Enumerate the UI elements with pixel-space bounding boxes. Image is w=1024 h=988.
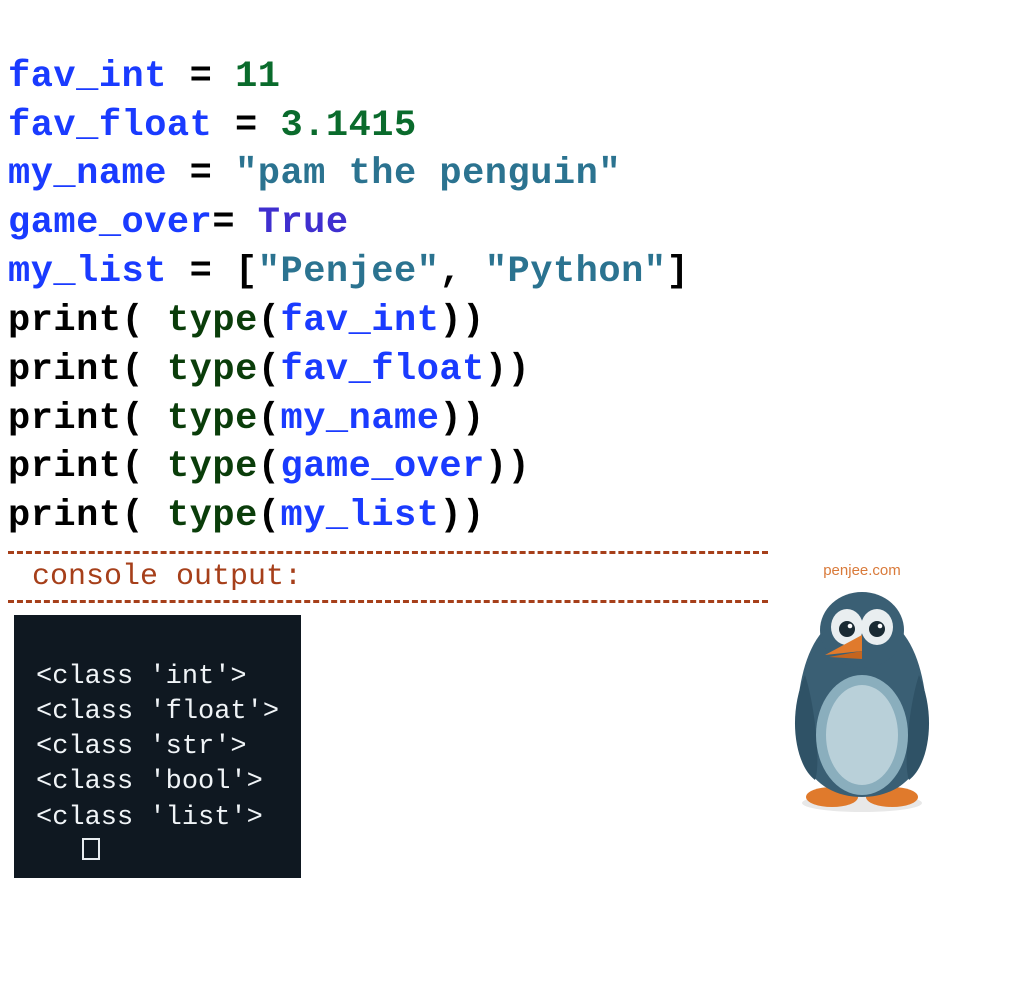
code-bracket: ]: [666, 251, 689, 293]
code-paren: (: [122, 398, 167, 440]
console-line: <class 'float'>: [36, 697, 279, 727]
code-func: print: [8, 349, 122, 391]
code-comma: ,: [439, 251, 484, 293]
code-paren: (: [258, 398, 281, 440]
code-paren: )): [439, 398, 484, 440]
code-op: =: [212, 202, 257, 244]
code-func: type: [167, 398, 258, 440]
code-paren: )): [485, 446, 530, 488]
code-var: fav_int: [8, 56, 167, 98]
code-op: =: [167, 56, 235, 98]
code-paren: (: [122, 349, 167, 391]
code-func: type: [167, 446, 258, 488]
code-var: fav_float: [8, 105, 212, 147]
code-func: print: [8, 398, 122, 440]
code-bool: True: [258, 202, 349, 244]
code-var: fav_int: [281, 300, 440, 342]
console-output-box: <class 'int'> <class 'float'> <class 'st…: [14, 615, 301, 878]
penguin-icon: [777, 585, 947, 815]
code-op: =: [167, 251, 235, 293]
code-func: print: [8, 300, 122, 342]
code-paren: (: [122, 446, 167, 488]
console-line: <class 'str'>: [36, 732, 247, 762]
code-paren: )): [439, 300, 484, 342]
console-line: <class 'bool'>: [36, 767, 263, 797]
code-var: game_over: [8, 202, 212, 244]
code-func: type: [167, 495, 258, 537]
code-paren: (: [122, 495, 167, 537]
code-func: print: [8, 446, 122, 488]
code-paren: )): [485, 349, 530, 391]
code-paren: (: [258, 349, 281, 391]
console-line: <class 'int'>: [36, 662, 247, 692]
code-paren: (: [258, 300, 281, 342]
code-bracket: [: [235, 251, 258, 293]
code-number: 3.1415: [280, 105, 416, 147]
code-var: my_list: [8, 251, 167, 293]
penjee-site-label: penjee.com: [762, 562, 962, 579]
code-string: "pam the penguin": [235, 153, 621, 195]
code-func: print: [8, 495, 122, 537]
code-op: =: [212, 105, 280, 147]
code-paren: )): [439, 495, 484, 537]
penjee-mascot: penjee.com: [762, 562, 962, 820]
code-var: my_name: [281, 398, 440, 440]
divider-line: [8, 600, 768, 603]
console-line: <class 'list'>: [36, 803, 263, 833]
code-string: "Penjee": [258, 251, 440, 293]
code-string: "Python": [485, 251, 667, 293]
code-var: fav_float: [281, 349, 485, 391]
code-paren: (: [258, 446, 281, 488]
code-var: my_list: [281, 495, 440, 537]
cursor-icon: [82, 838, 100, 860]
code-number: 11: [235, 56, 280, 98]
divider-line: [8, 551, 768, 554]
code-op: =: [167, 153, 235, 195]
code-func: type: [167, 349, 258, 391]
python-code-block: fav_int = 11 fav_float = 3.1415 my_name …: [8, 4, 1016, 541]
code-paren: (: [122, 300, 167, 342]
code-var: game_over: [281, 446, 485, 488]
code-paren: (: [258, 495, 281, 537]
code-var: my_name: [8, 153, 167, 195]
code-func: type: [167, 300, 258, 342]
